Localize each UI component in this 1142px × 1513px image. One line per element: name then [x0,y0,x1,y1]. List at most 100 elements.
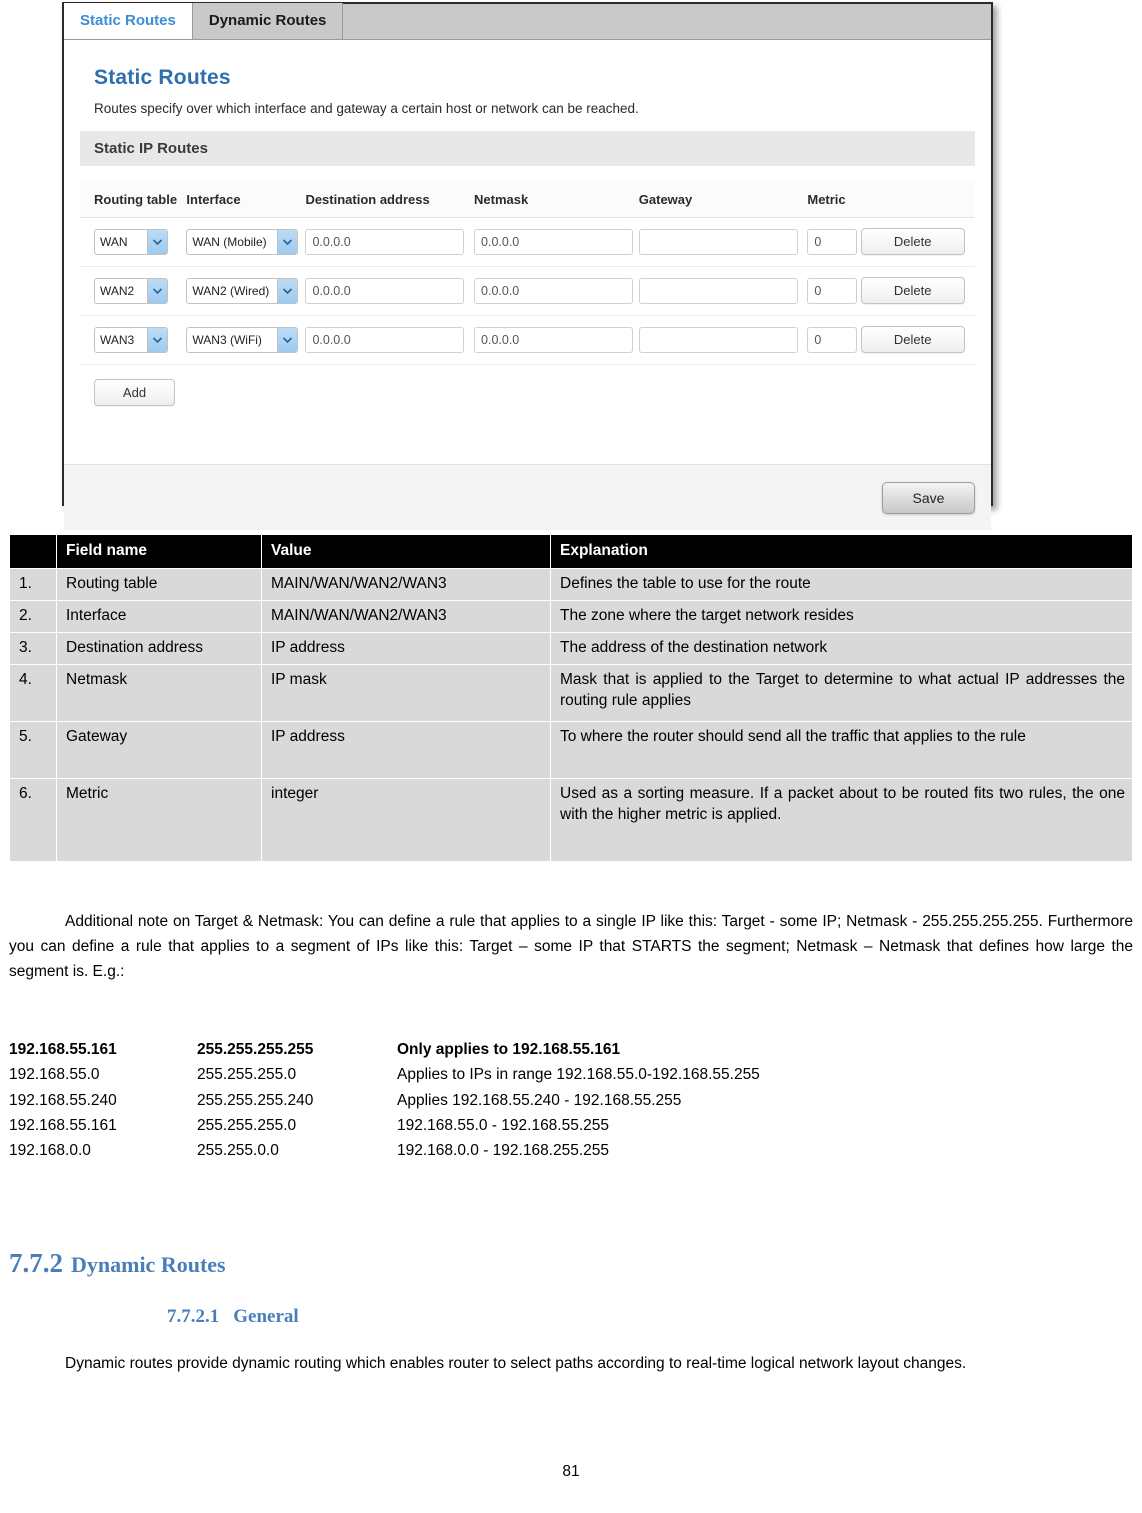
router-admin-screenshot: Static Routes Dynamic Routes Static Rout… [62,2,993,530]
gateway-input[interactable] [638,326,798,353]
cell-value: MAIN/WAN/WAN2/WAN3 [261,599,551,633]
cell-value: MAIN/WAN/WAN2/WAN3 [261,567,551,601]
header-value: Value [261,534,551,569]
section-header-static-ip-routes: Static IP Routes [80,131,975,167]
tab-dynamic-routes[interactable]: Dynamic Routes [192,3,344,39]
cell-index: 1. [9,567,57,601]
column-header-routing-table: Routing table [94,192,178,207]
cell-index: 6. [9,777,57,862]
netmask-input[interactable] [474,277,634,304]
routing-table-select[interactable]: WAN3 [94,326,168,353]
cell-gateway [638,326,808,353]
cell-actions: Delete [860,277,975,304]
netmask-input[interactable] [474,326,634,353]
list-item: 192.168.0.0 255.255.0.0 192.168.0.0 - 19… [9,1138,760,1163]
page-subtitle: Routes specify over which interface and … [94,101,639,116]
routing-table-select[interactable]: WAN2 [94,277,168,304]
dynamic-routes-paragraph: Dynamic routes provide dynamic routing w… [65,1355,967,1372]
table-row: 3. Destination address IP address The ad… [9,631,1133,665]
metric-input[interactable] [807,326,858,353]
delete-button[interactable]: Delete [860,326,965,353]
page-title: Static Routes [94,66,231,89]
example-description: Applies to IPs in range 192.168.55.0-192… [397,1066,760,1084]
cell-value: IP address [261,720,551,779]
interface-select[interactable]: WAN (Mobile) [186,228,299,255]
delete-button[interactable]: Delete [860,277,965,304]
table-row: 1. Routing table MAIN/WAN/WAN2/WAN3 Defi… [9,567,1133,601]
cell-index: 3. [9,631,57,665]
cell-destination-address [305,326,474,353]
example-target: 192.168.55.240 [9,1091,117,1109]
section-number: 7.7.2 [9,1248,63,1278]
cell-routing-table: WAN2 [80,277,186,304]
cell-explanation: Defines the table to use for the route [550,567,1133,601]
list-item: 192.168.55.161 255.255.255.0 192.168.55.… [9,1113,760,1138]
cell-field-name: Gateway [56,720,262,779]
cell-gateway [638,228,808,255]
routing-table-select[interactable]: WAN [94,228,168,255]
tab-static-routes[interactable]: Static Routes [64,3,193,39]
cell-index: 2. [9,599,57,633]
cell-explanation: The address of the destination network [550,631,1133,665]
cell-destination-address [305,228,474,255]
gateway-input[interactable] [638,228,798,255]
routes-grid-header: Routing table Interface Destination addr… [80,181,975,218]
cell-explanation: To where the router should send all the … [550,720,1133,779]
add-row-area: Add [80,365,975,433]
cell-index: 5. [9,720,57,779]
cell-explanation: Used as a sorting measure. If a packet a… [550,777,1133,862]
delete-button[interactable]: Delete [860,228,965,255]
column-header-destination-address: Destination address [305,192,430,207]
page-number: 81 [562,1463,580,1480]
cell-routing-table: WAN3 [80,326,186,353]
metric-input[interactable] [807,228,858,255]
ip-examples-list: 192.168.55.161 255.255.255.255 Only appl… [9,1037,760,1163]
tab-dynamic-routes-label: Dynamic Routes [208,12,327,29]
example-target: 192.168.0.0 [9,1142,91,1159]
example-netmask: 255.255.255.255 [197,1041,314,1058]
save-button[interactable]: Save [882,481,975,514]
example-target: 192.168.55.0 [9,1066,100,1084]
cell-netmask [474,326,639,353]
example-netmask: 255.255.0.0 [197,1142,279,1159]
cell-interface: WAN3 (WiFi) [186,326,305,353]
cell-interface: WAN (Mobile) [186,228,305,255]
example-description: 192.168.0.0 - 192.168.255.255 [397,1142,610,1159]
routing-table-select-wrapper: WAN3 [94,326,168,353]
cell-metric [807,326,860,353]
cell-netmask [474,228,639,255]
example-netmask: 255.255.255.240 [197,1091,314,1109]
column-header-gateway: Gateway [638,192,693,207]
header-explanation: Explanation [550,534,1133,569]
cell-gateway [638,277,808,304]
table-row: WAN WAN (Mobile) 0.0.0.0 0.0.0.0 0 Delet… [80,218,975,267]
list-item: 192.168.55.161 255.255.255.255 Only appl… [9,1037,760,1062]
cell-value: IP mask [261,663,551,722]
cell-destination-address [305,277,474,304]
subsection-number: 7.7.2.1 [167,1306,220,1327]
interface-select[interactable]: WAN3 (WiFi) [186,326,299,353]
cell-netmask [474,277,639,304]
destination-address-input[interactable] [305,277,465,304]
list-item: 192.168.55.240 255.255.255.240 Applies 1… [9,1088,760,1113]
tab-static-routes-label: Static Routes [80,12,176,29]
destination-address-input[interactable] [305,228,465,255]
cell-field-name: Destination address [56,631,262,665]
column-header-metric: Metric [807,192,846,207]
interface-select-wrapper: WAN (Mobile) [186,228,299,255]
cell-field-name: Routing table [56,567,262,601]
gateway-input[interactable] [638,277,798,304]
panel-footer: Save [64,464,991,530]
interface-select-wrapper: WAN3 (WiFi) [186,326,299,353]
example-netmask: 255.255.255.0 [197,1066,297,1084]
destination-address-input[interactable] [305,326,465,353]
netmask-input[interactable] [474,228,634,255]
interface-select-wrapper: WAN2 (Wired) [186,277,299,304]
interface-select[interactable]: WAN2 (Wired) [186,277,299,304]
example-target: 192.168.55.161 [9,1116,117,1134]
header-index [9,534,57,569]
metric-input[interactable] [807,277,858,304]
cell-value: integer [261,777,551,862]
cell-field-name: Interface [56,599,262,633]
add-button[interactable]: Add [94,379,175,406]
